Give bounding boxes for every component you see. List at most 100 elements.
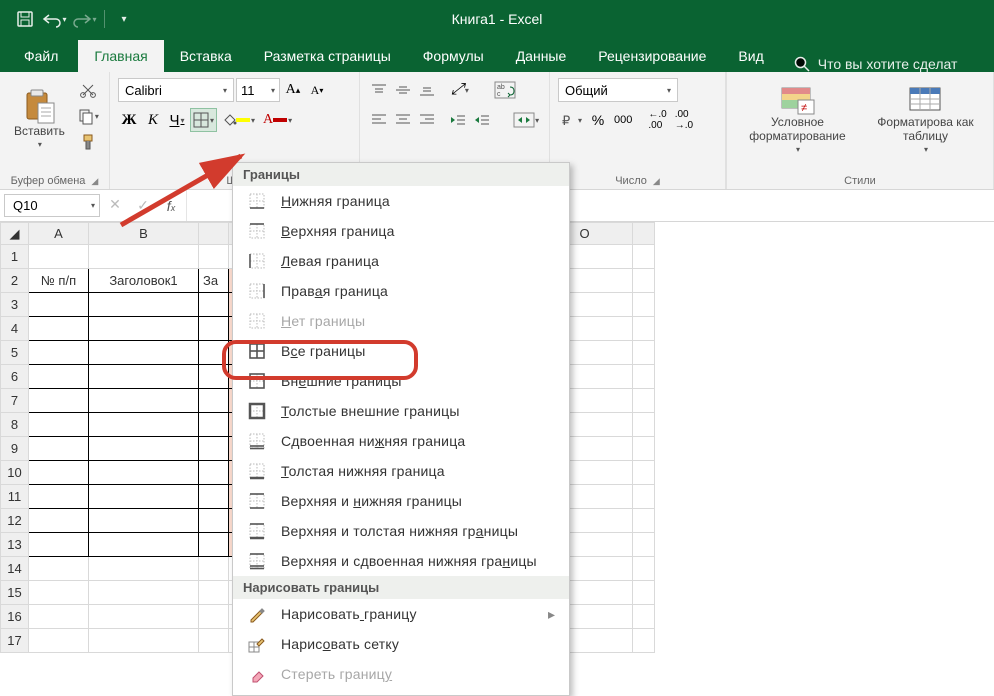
cell[interactable] — [89, 413, 199, 437]
clipboard-dialog-launcher[interactable]: ◢ — [91, 176, 98, 187]
border-menu-item[interactable]: Верхняя и сдвоенная нижняя границы — [233, 546, 569, 576]
cell[interactable] — [199, 581, 229, 605]
border-menu-item[interactable]: Нижняя граница — [233, 186, 569, 216]
tab-insert[interactable]: Вставка — [164, 40, 248, 72]
cell[interactable] — [29, 389, 89, 413]
cell[interactable] — [29, 341, 89, 365]
increase-indent-button[interactable] — [471, 108, 493, 132]
qat-undo-button[interactable]: ▾ — [43, 7, 67, 31]
cell[interactable] — [633, 461, 655, 485]
border-menu-item[interactable]: Верхняя и нижняя границы — [233, 486, 569, 516]
row-header[interactable]: 13 — [1, 533, 29, 557]
cell[interactable] — [633, 245, 655, 269]
paste-button[interactable]: Вставить ▾ — [8, 76, 71, 162]
cell[interactable] — [633, 365, 655, 389]
name-box[interactable]: Q10▾ — [4, 194, 100, 217]
cell[interactable] — [89, 245, 199, 269]
cell[interactable] — [633, 533, 655, 557]
align-bottom-button[interactable] — [416, 78, 438, 102]
row-header[interactable]: 4 — [1, 317, 29, 341]
cell[interactable] — [199, 245, 229, 269]
cell[interactable] — [199, 413, 229, 437]
row-header[interactable]: 6 — [1, 365, 29, 389]
bold-button[interactable]: Ж — [118, 108, 140, 132]
border-menu-item[interactable]: Все границы — [233, 336, 569, 366]
cell[interactable] — [89, 461, 199, 485]
font-color-button[interactable]: A ▾ — [260, 108, 295, 132]
border-menu-item[interactable]: Сдвоенная нижняя граница — [233, 426, 569, 456]
tab-page-layout[interactable]: Разметка страницы — [248, 40, 407, 72]
font-size-combo[interactable]: 11▾ — [236, 78, 280, 102]
qat-customize-button[interactable]: ▾ — [112, 7, 136, 31]
border-menu-item[interactable]: Толстые внешние границы — [233, 396, 569, 426]
border-menu-item[interactable]: Толстая нижняя граница — [233, 456, 569, 486]
fill-color-button[interactable]: ▾ — [219, 108, 258, 132]
grow-font-button[interactable]: A▴ — [282, 78, 304, 102]
tab-review[interactable]: Рецензирование — [582, 40, 722, 72]
col-header[interactable]: B — [89, 223, 199, 245]
cell[interactable] — [199, 389, 229, 413]
cell[interactable] — [199, 557, 229, 581]
cell[interactable] — [29, 581, 89, 605]
row-header[interactable]: 15 — [1, 581, 29, 605]
row-header[interactable]: 5 — [1, 341, 29, 365]
row-header[interactable]: 11 — [1, 485, 29, 509]
border-menu-item[interactable]: Верхняя граница — [233, 216, 569, 246]
cell[interactable] — [199, 461, 229, 485]
cell[interactable] — [633, 437, 655, 461]
align-top-button[interactable] — [368, 78, 390, 102]
cell[interactable] — [199, 293, 229, 317]
cell[interactable] — [89, 605, 199, 629]
cell[interactable] — [199, 485, 229, 509]
format-as-table-button[interactable]: Форматирова как таблицу▾ — [866, 76, 985, 162]
cell[interactable] — [89, 365, 199, 389]
row-header[interactable]: 14 — [1, 557, 29, 581]
cell[interactable] — [29, 629, 89, 653]
merge-button[interactable]: ▾ — [512, 108, 541, 132]
row-header[interactable]: 9 — [1, 437, 29, 461]
decrease-decimal-button[interactable]: .00→.0 — [672, 108, 696, 132]
align-left-button[interactable] — [368, 108, 390, 132]
align-right-button[interactable] — [416, 108, 438, 132]
cell[interactable] — [89, 437, 199, 461]
row-header[interactable]: 10 — [1, 461, 29, 485]
number-format-combo[interactable]: Общий▾ — [558, 78, 678, 102]
border-menu-item[interactable]: Нет границы — [233, 306, 569, 336]
cell[interactable] — [633, 389, 655, 413]
cell[interactable] — [199, 341, 229, 365]
cell[interactable] — [633, 341, 655, 365]
borders-button[interactable]: ▾ — [190, 108, 217, 132]
border-menu-item[interactable]: Верхняя и толстая нижняя границы — [233, 516, 569, 546]
border-draw-item[interactable]: Нарисовать границу▸ — [233, 599, 569, 629]
tab-home[interactable]: Главная — [78, 40, 163, 72]
align-middle-button[interactable] — [392, 78, 414, 102]
cell[interactable] — [29, 533, 89, 557]
copy-button[interactable]: ▾ — [75, 104, 102, 128]
row-header[interactable]: 8 — [1, 413, 29, 437]
row-header[interactable]: 2 — [1, 269, 29, 293]
cell[interactable] — [633, 293, 655, 317]
cell[interactable] — [89, 629, 199, 653]
cell[interactable] — [29, 461, 89, 485]
row-header[interactable]: 17 — [1, 629, 29, 653]
italic-button[interactable]: К — [142, 108, 164, 132]
accounting-format-button[interactable]: ₽▾ — [558, 108, 585, 132]
col-header[interactable] — [633, 223, 655, 245]
number-dialog-launcher[interactable]: ◢ — [653, 176, 660, 187]
border-menu-item[interactable]: Левая граница — [233, 246, 569, 276]
cell[interactable] — [633, 509, 655, 533]
cell[interactable] — [29, 557, 89, 581]
increase-decimal-button[interactable]: ←.0.00 — [645, 108, 669, 132]
row-header[interactable]: 7 — [1, 389, 29, 413]
cell[interactable] — [89, 581, 199, 605]
cell[interactable] — [633, 557, 655, 581]
wrap-text-button[interactable]: abc — [492, 78, 518, 102]
cell[interactable] — [29, 317, 89, 341]
comma-button[interactable]: 000 — [611, 108, 635, 132]
conditional-formatting-button[interactable]: ≠ Условное форматирование▾ — [735, 76, 860, 162]
cell[interactable] — [199, 437, 229, 461]
row-header[interactable]: 1 — [1, 245, 29, 269]
row-header[interactable]: 3 — [1, 293, 29, 317]
tab-formulas[interactable]: Формулы — [407, 40, 500, 72]
qat-redo-button[interactable]: ▾ — [73, 7, 97, 31]
